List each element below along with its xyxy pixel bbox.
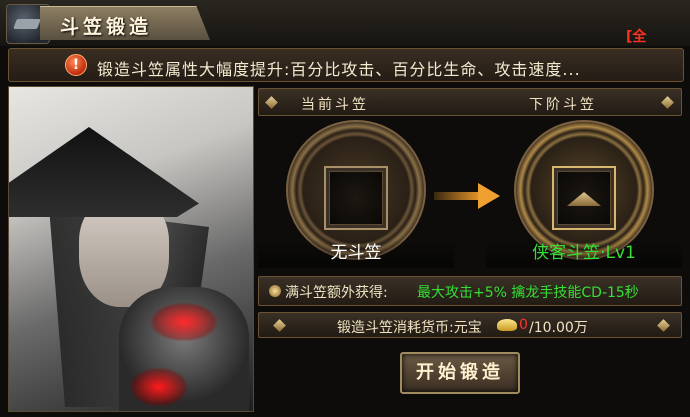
start-forge-button[interactable]: 开始锻造 bbox=[400, 352, 520, 394]
window-title: 斗笠锻造 bbox=[60, 16, 153, 38]
art-red-glow bbox=[149, 302, 219, 342]
diamond-ornament-icon bbox=[661, 96, 674, 109]
next-hat-name: 侠客斗笠·Lv1 bbox=[486, 238, 682, 268]
diamond-ornament-icon bbox=[265, 96, 278, 109]
bonus-value: 最大攻击+5% 擒龙手技能CD-15秒 bbox=[417, 285, 639, 301]
upgrade-arrow-icon bbox=[434, 183, 504, 209]
cost-bar: 锻造斗笠消耗货币:元宝 0 /10.00万 bbox=[258, 312, 682, 338]
cost-current: 0 bbox=[519, 317, 528, 333]
cost-max: /10.00万 bbox=[529, 320, 588, 336]
bonus-bar: 满斗笠额外获得: 最大攻击+5% 擒龙手技能CD-15秒 bbox=[258, 276, 682, 306]
current-hat-slot[interactable] bbox=[324, 166, 388, 230]
title-bar: 斗笠锻造 [全 bbox=[0, 0, 690, 46]
notice-bar: ! 锻造斗笠属性大幅度提升:百分比攻击、百分比生命、攻击速度... bbox=[8, 48, 684, 82]
art-red-glow-lower bbox=[129, 367, 189, 407]
warning-icon: ! bbox=[65, 54, 87, 76]
diamond-ornament-icon bbox=[657, 319, 670, 332]
bamboo-hat-icon bbox=[567, 192, 601, 206]
current-hat-header: 当前斗笠 bbox=[301, 97, 369, 113]
bonus-label: 满斗笠额外获得: bbox=[285, 285, 388, 301]
next-hat-header: 下阶斗笠 bbox=[529, 97, 597, 113]
forge-panel: 当前斗笠 下阶斗笠 无斗笠 侠客斗笠·Lv1 满斗笠额外获得: 最大攻击+5% … bbox=[258, 86, 682, 412]
slot-header-bar: 当前斗笠 下阶斗笠 bbox=[258, 88, 682, 116]
bonus-orb-icon bbox=[269, 285, 281, 297]
character-art bbox=[8, 86, 254, 412]
server-scope-tag[interactable]: [全 bbox=[626, 26, 646, 46]
diamond-ornament-icon bbox=[273, 319, 286, 332]
yuanbao-ingot-icon bbox=[497, 319, 517, 331]
cost-label: 锻造斗笠消耗货币:元宝 bbox=[337, 320, 482, 336]
art-bamboo-hat bbox=[9, 127, 199, 217]
notice-text: 锻造斗笠属性大幅度提升:百分比攻击、百分比生命、攻击速度... bbox=[97, 60, 581, 79]
current-hat-name: 无斗笠 bbox=[258, 238, 454, 268]
next-hat-slot[interactable] bbox=[552, 166, 616, 230]
